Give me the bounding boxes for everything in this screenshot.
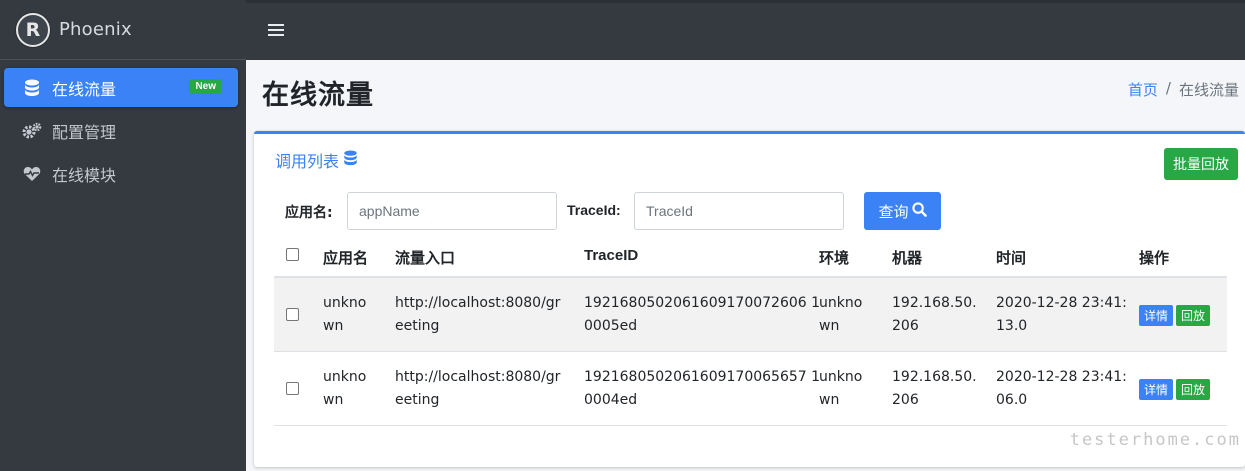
query-button-label: 查询 bbox=[878, 202, 909, 221]
batch-replay-button[interactable]: 批量回放 bbox=[1164, 148, 1238, 180]
column-header: 应用名 bbox=[323, 249, 369, 267]
sidebar-item-label: 在线模块 bbox=[52, 165, 117, 185]
watermark: testerhome.com bbox=[1069, 430, 1241, 450]
brand-link[interactable]: R Phoenix bbox=[0, 0, 246, 60]
column-header: 操作 bbox=[1139, 249, 1170, 267]
detail-button[interactable]: 详情 bbox=[1139, 379, 1174, 400]
app-name-input[interactable]: appName bbox=[347, 192, 557, 230]
query-button[interactable]: 查询 bbox=[864, 192, 941, 230]
breadcrumb-current: 在线流量 bbox=[1178, 81, 1239, 99]
page-title: 在线流量 bbox=[262, 80, 374, 111]
select-all-checkbox[interactable] bbox=[286, 248, 299, 261]
call-list-card: 调用列表 批量回放 应用名: appName TraceId: TraceId … bbox=[254, 131, 1245, 467]
env-cell: unkno wn bbox=[819, 295, 863, 334]
table-header: 应用名 流量入口 TraceID 环境 机器 时间 操作 bbox=[274, 236, 1227, 278]
row-checkbox[interactable] bbox=[286, 382, 299, 395]
row-actions: 详情 回放 bbox=[1139, 379, 1211, 400]
column-header: 时间 bbox=[996, 249, 1027, 267]
column-header: 流量入口 bbox=[395, 249, 456, 267]
gears-icon bbox=[22, 122, 42, 140]
menu-toggle-icon[interactable] bbox=[268, 22, 284, 38]
host-cell: 192.168.50. 206 bbox=[892, 369, 977, 408]
host-cell: 192.168.50. 206 bbox=[892, 295, 977, 334]
app-name-cell: unkno wn bbox=[323, 295, 367, 334]
brand-name: Phoenix bbox=[59, 19, 132, 40]
sidebar-item-online-traffic[interactable]: 在线流量 New bbox=[4, 68, 238, 107]
sidebar: R Phoenix 在线流量 New 配置管理 在线模块 bbox=[0, 0, 246, 471]
time-cell: 2020-12-28 23:41: 13.0 bbox=[996, 295, 1127, 334]
brand-logo: R bbox=[16, 12, 50, 47]
entry-cell: http://localhost:8080/gr eeting bbox=[395, 369, 561, 408]
sidebar-nav: 在线流量 New 配置管理 在线模块 bbox=[0, 60, 246, 193]
breadcrumb-separator: / bbox=[1165, 79, 1171, 97]
call-table: 应用名 流量入口 TraceID 环境 机器 时间 操作 unkno wn htt… bbox=[274, 236, 1227, 426]
new-badge: New bbox=[189, 79, 222, 94]
card-title: 调用列表 bbox=[275, 148, 358, 172]
row-checkbox[interactable] bbox=[286, 308, 299, 321]
replay-button[interactable]: 回放 bbox=[1176, 379, 1211, 400]
sidebar-item-label: 配置管理 bbox=[52, 122, 117, 142]
app-name-cell: unkno wn bbox=[323, 369, 367, 408]
time-cell: 2020-12-28 23:41: 06.0 bbox=[996, 369, 1127, 408]
breadcrumb-home-link[interactable]: 首页 bbox=[1128, 79, 1158, 100]
column-header: TraceID bbox=[584, 247, 639, 264]
trace-id-cell: 1921680502061609170065657 1 0004ed bbox=[584, 369, 821, 408]
trace-id-cell: 1921680502061609170072606 1 0005ed bbox=[584, 295, 821, 334]
replay-button[interactable]: 回放 bbox=[1176, 305, 1211, 326]
sidebar-item-online-module[interactable]: 在线模块 bbox=[4, 154, 238, 193]
sidebar-item-config[interactable]: 配置管理 bbox=[4, 111, 238, 150]
database-icon bbox=[22, 79, 42, 97]
detail-button[interactable]: 详情 bbox=[1139, 305, 1174, 326]
env-cell: unkno wn bbox=[819, 369, 863, 408]
column-header: 环境 bbox=[819, 249, 850, 267]
search-icon bbox=[911, 201, 927, 221]
top-navbar bbox=[246, 0, 1245, 60]
trace-id-label: TraceId: bbox=[567, 202, 621, 218]
table-row: unkno wn http://localhost:8080/gr eeting 1… bbox=[274, 352, 1227, 426]
app-name-label: 应用名: bbox=[285, 205, 333, 221]
row-actions: 详情 回放 bbox=[1139, 305, 1211, 326]
database-icon bbox=[343, 150, 358, 170]
column-header: 机器 bbox=[892, 249, 923, 267]
breadcrumb: 首页 / 在线流量 bbox=[1128, 79, 1239, 100]
table-row: unkno wn http://localhost:8080/gr eeting 1… bbox=[274, 278, 1227, 352]
trace-id-input[interactable]: TraceId bbox=[634, 192, 844, 230]
sidebar-item-label: 在线流量 bbox=[52, 79, 117, 99]
entry-cell: http://localhost:8080/gr eeting bbox=[395, 295, 561, 334]
heartbeat-icon bbox=[22, 165, 42, 183]
card-title-text: 调用列表 bbox=[275, 152, 340, 171]
